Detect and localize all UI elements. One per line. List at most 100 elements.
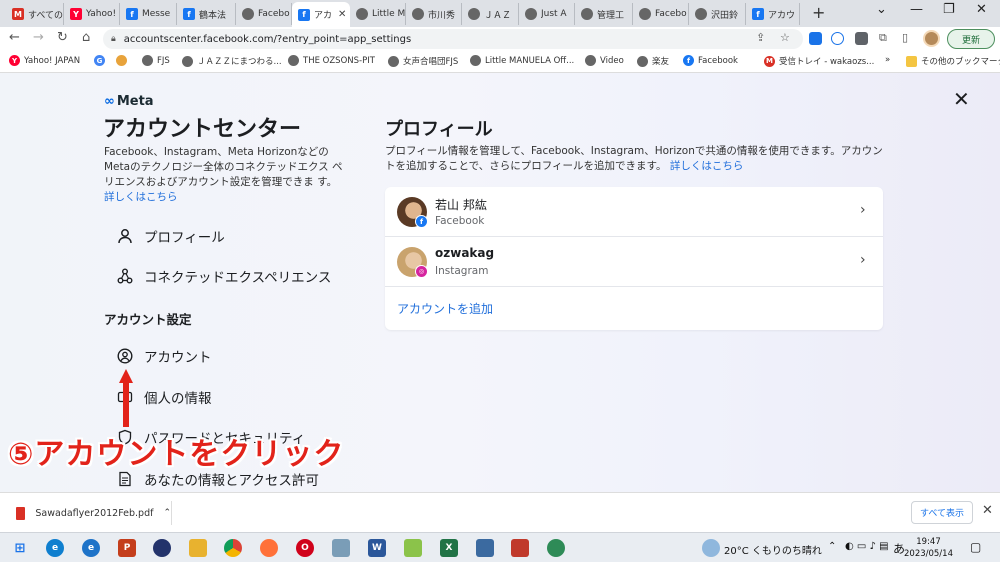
new-tab-button[interactable]: + bbox=[812, 3, 825, 22]
browser-tab[interactable]: f アカウ bbox=[746, 3, 800, 25]
tab-title: すべての bbox=[28, 10, 63, 21]
tab-close-icon[interactable]: ✕ bbox=[338, 9, 346, 20]
profiles-card: f 若山 邦紘 Facebook › ◎ ozwakag Instagram ›… bbox=[385, 187, 883, 330]
profiles-learn-more-link[interactable]: 詳しくはこちら bbox=[670, 160, 744, 172]
browser-tab[interactable]: ＪＡＺ bbox=[462, 3, 519, 25]
bookmark-item[interactable]: ＪＡＺＺにまつわる... bbox=[182, 55, 282, 67]
sidebar-item-account[interactable]: アカウント bbox=[116, 346, 212, 366]
window-close-button[interactable]: ✕ bbox=[976, 2, 987, 17]
notification-icon[interactable]: ▢ bbox=[970, 540, 981, 554]
show-all-button[interactable]: すべて表示 bbox=[911, 501, 973, 524]
browser-tab[interactable]: M すべての bbox=[6, 3, 64, 25]
weather-text[interactable]: 20°C くもりのち晴れ bbox=[724, 542, 822, 557]
tab-search-icon[interactable]: ⌄ bbox=[876, 2, 887, 17]
address-bar[interactable]: 🔒︎ accountscenter.facebook.com/?entry_po… bbox=[103, 29, 803, 49]
app-icon[interactable] bbox=[332, 539, 350, 557]
side-panel-icon[interactable]: ▯ bbox=[902, 31, 908, 44]
browser-tab[interactable]: Facebo bbox=[236, 3, 292, 25]
back-button[interactable]: ← bbox=[9, 30, 20, 45]
browser-tab[interactable]: Y Yahoo! bbox=[64, 3, 120, 25]
powerpoint-icon[interactable]: P bbox=[118, 539, 136, 557]
other-bookmarks[interactable]: その他のブックマーク bbox=[906, 55, 1000, 67]
download-item[interactable]: Sawadaflyer2012Feb.pdf ⌃ bbox=[10, 501, 172, 525]
extension-icon[interactable] bbox=[809, 32, 822, 45]
profile-row-facebook[interactable]: f 若山 邦紘 Facebook › bbox=[385, 187, 883, 237]
bookmark-item[interactable]: 女声合唱団FJS bbox=[388, 55, 458, 67]
bookmark-item[interactable]: Y Yahoo! JAPAN bbox=[9, 55, 80, 66]
gmail-icon: M bbox=[12, 8, 24, 20]
accounts-center-page: ✕ ∞ Meta アカウントセンター Facebook、Instagram、Me… bbox=[0, 73, 1000, 492]
extension-icon[interactable] bbox=[855, 32, 868, 45]
bookmark-item[interactable]: G bbox=[94, 55, 109, 66]
bookmark-item[interactable]: f Facebook bbox=[683, 55, 738, 66]
browser-tab[interactable]: f Messe bbox=[120, 3, 177, 25]
extension-icon[interactable] bbox=[831, 32, 844, 45]
word-icon[interactable]: W bbox=[368, 539, 386, 557]
file-explorer-icon[interactable] bbox=[189, 539, 207, 557]
bookmark-icon bbox=[288, 55, 299, 66]
browser-tab[interactable]: f 鶴本法 bbox=[177, 3, 236, 25]
sidebar-item-profile[interactable]: プロフィール bbox=[116, 226, 225, 246]
restore-button[interactable]: ❐ bbox=[943, 2, 955, 17]
bookmark-star-icon[interactable]: ☆ bbox=[780, 31, 790, 44]
tab-title: ＪＡＺ bbox=[484, 10, 512, 21]
share-icon[interactable]: ⇪ bbox=[756, 31, 765, 44]
annotation-text: ⑤アカウントをクリック bbox=[8, 437, 345, 472]
tab-title: 市川秀 bbox=[428, 10, 456, 21]
annotation-arrow bbox=[119, 369, 133, 427]
bookmark-item[interactable]: 楽友 bbox=[637, 55, 669, 67]
minimize-button[interactable]: — bbox=[910, 2, 923, 17]
windows-start-icon[interactable]: ⊞ bbox=[11, 539, 29, 557]
tray-icons[interactable]: ◐ ▭ ♪ ▤ bbox=[845, 541, 889, 552]
chevron-up-icon[interactable]: ⌃ bbox=[828, 541, 836, 552]
lock-icon[interactable]: 🔒︎ bbox=[111, 34, 116, 44]
reload-button[interactable]: ↻ bbox=[57, 30, 68, 45]
bookmark-item[interactable]: Video bbox=[585, 55, 624, 66]
browser-tab[interactable]: 沢田鈴 bbox=[689, 3, 746, 25]
bookmark-item[interactable]: THE OZSONS-PIT bbox=[288, 55, 375, 66]
add-account-link[interactable]: アカウントを追加 bbox=[397, 300, 493, 317]
puzzle-icon[interactable]: ⧉ bbox=[879, 31, 887, 45]
opera-icon[interactable]: O bbox=[296, 539, 314, 557]
more-bookmarks-icon[interactable]: » bbox=[885, 55, 890, 65]
close-icon[interactable]: ✕ bbox=[953, 89, 970, 109]
globe-icon bbox=[356, 8, 368, 20]
bookmark-label: Yahoo! JAPAN bbox=[24, 55, 81, 66]
app-icon[interactable] bbox=[511, 539, 529, 557]
bookmark-icon: G bbox=[94, 55, 105, 66]
update-button[interactable]: 更新 bbox=[947, 29, 995, 49]
bookmark-item[interactable]: Little MANUELA Off... bbox=[470, 55, 574, 66]
learn-more-link[interactable]: 詳しくはこちら bbox=[104, 191, 178, 203]
bookmark-item[interactable]: FJS bbox=[142, 55, 170, 66]
bookmark-item[interactable]: M 受信トレイ - wakaozs... bbox=[764, 55, 874, 67]
ie-icon[interactable]: e bbox=[82, 539, 100, 557]
cloud-icon bbox=[702, 539, 720, 557]
browser-tab[interactable]: f アカ ✕ bbox=[292, 2, 350, 27]
close-download-bar-icon[interactable]: ✕ bbox=[982, 503, 993, 518]
browser-tab[interactable]: Little M bbox=[350, 3, 406, 25]
bookmark-item[interactable] bbox=[116, 55, 131, 66]
bookmark-icon: M bbox=[764, 55, 775, 67]
browser-tab[interactable]: 市川秀 bbox=[406, 3, 462, 25]
browser-tab[interactable]: Just A bbox=[519, 3, 575, 25]
profile-avatar[interactable] bbox=[923, 30, 940, 47]
browser-tab[interactable]: 管理工 bbox=[575, 3, 633, 25]
app-icon[interactable] bbox=[404, 539, 422, 557]
app-icon[interactable] bbox=[476, 539, 494, 557]
facebook-icon: f bbox=[126, 8, 138, 20]
clock[interactable]: 19:47 2023/05/14 bbox=[904, 536, 953, 560]
sidebar-item-connected-experiences[interactable]: コネクテッドエクスペリエンス bbox=[116, 266, 331, 286]
firefox-icon[interactable] bbox=[260, 539, 278, 557]
excel-icon[interactable]: X bbox=[440, 539, 458, 557]
forward-button[interactable]: → bbox=[33, 30, 44, 45]
browser-tab[interactable]: Facebo bbox=[633, 3, 689, 25]
yahoo-icon: Y bbox=[70, 8, 82, 20]
chevron-up-icon[interactable]: ⌃ bbox=[163, 508, 171, 518]
home-button[interactable]: ⌂ bbox=[82, 30, 90, 45]
edge-icon[interactable]: e bbox=[46, 539, 64, 557]
profile-row-instagram[interactable]: ◎ ozwakag Instagram › bbox=[385, 237, 883, 287]
app-icon[interactable] bbox=[547, 539, 565, 557]
chrome-icon[interactable] bbox=[224, 539, 242, 557]
app-icon[interactable] bbox=[153, 539, 171, 557]
facebook-icon: f bbox=[752, 8, 764, 20]
